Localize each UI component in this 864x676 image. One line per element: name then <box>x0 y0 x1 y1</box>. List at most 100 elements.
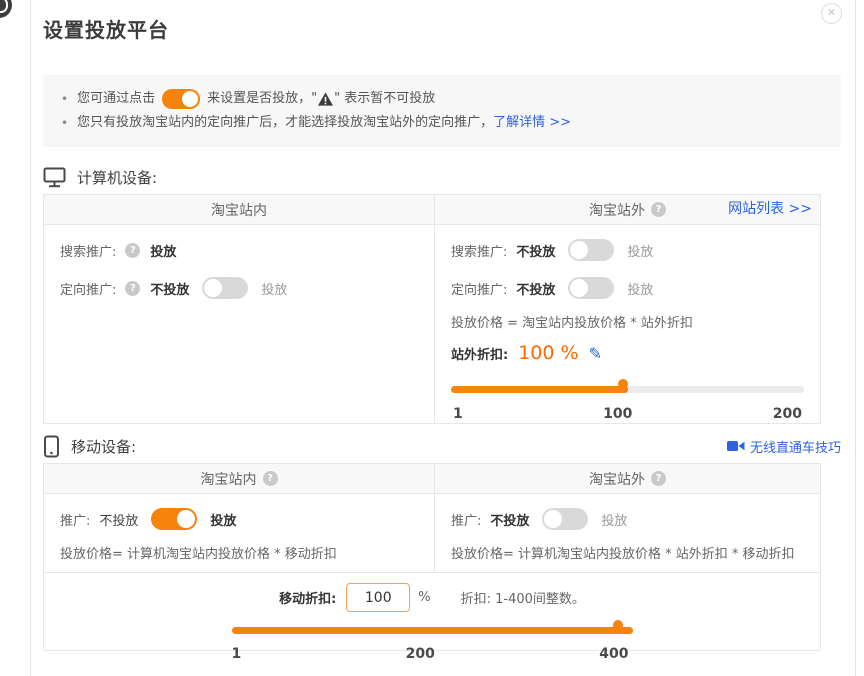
toggle-knob <box>204 279 222 297</box>
computer-offsite-target-toggle[interactable] <box>568 277 614 299</box>
slider-fill <box>232 627 633 634</box>
mobile-offsite-formula: 投放价格= 计算机淘宝站内投放价格 * 站外折扣 * 移动折扣 <box>451 546 804 564</box>
offsite-discount-row: 站外折扣: 100 % ✎ <box>451 339 804 367</box>
scale-min: 1 <box>453 406 463 422</box>
toggle-knob <box>182 91 198 107</box>
slider-handle[interactable] <box>613 620 623 630</box>
computer-onsite-target-toggle[interactable] <box>202 277 248 299</box>
learn-more-link[interactable]: 了解详情 >> <box>493 111 571 135</box>
close-icon[interactable]: ✕ <box>821 3 842 24</box>
header-label: 淘宝站内 <box>211 200 267 220</box>
mobile-discount-label: 移动折扣: <box>279 588 336 607</box>
computer-onsite-cell: 搜索推广: ? 投放 定向推广: ? 不投放 投放 <box>44 225 434 423</box>
on-label: 投放 <box>627 279 653 298</box>
help-icon[interactable]: ? <box>651 471 666 486</box>
computer-offsite-header: 淘宝站外 ? 网站列表 >> <box>434 195 820 224</box>
help-icon[interactable]: ? <box>125 243 140 258</box>
on-label: 投放 <box>627 241 653 260</box>
mobile-table-header: 淘宝站内 ? 淘宝站外 ? <box>44 464 820 494</box>
help-icon[interactable]: ? <box>651 202 666 217</box>
setup-platform-dialog: ✕ 设置投放平台 • 您可通过点击 来设置是否投放，" " 表示暂不可投放 • … <box>30 0 856 676</box>
warning-icon <box>318 92 333 106</box>
computer-section-title: 计算机设备: <box>77 167 157 188</box>
slider-handle[interactable] <box>618 379 628 389</box>
page-title: 设置投放平台 <box>43 16 841 44</box>
example-toggle[interactable] <box>162 89 200 109</box>
target-promo-row: 定向推广: 不投放 投放 <box>451 277 804 299</box>
notice-text: 您可通过点击 <box>77 87 155 111</box>
scale-min: 1 <box>232 646 242 662</box>
slider-fill <box>451 386 628 393</box>
wireless-tips-link[interactable]: 无线直通车技巧 <box>727 437 841 456</box>
discount-hint: 折扣: 1-400间整数。 <box>461 588 585 607</box>
row-label: 搜索推广: <box>60 241 116 260</box>
notice-text: 来设置是否投放，" <box>207 87 317 111</box>
slider-scale: 1 100 200 <box>451 406 804 422</box>
mobile-onsite-header: 淘宝站内 ? <box>44 464 434 493</box>
toggle-knob <box>570 241 588 259</box>
row-label: 定向推广: <box>60 279 116 298</box>
off-label: 不投放 <box>99 510 138 529</box>
floating-badge[interactable] <box>0 0 12 18</box>
scale-max: 200 <box>773 406 802 422</box>
computer-table-header: 淘宝站内 淘宝站外 ? 网站列表 >> <box>44 195 820 225</box>
off-label: 不投放 <box>150 279 189 298</box>
computer-offsite-cell: 搜索推广: 不投放 投放 定向推广: 不投放 投放 投放价格 = 淘宝站内投放价… <box>434 225 820 423</box>
off-label: 不投放 <box>516 241 555 260</box>
toggle-knob <box>177 510 195 528</box>
row-label: 推广: <box>451 510 481 529</box>
header-label: 淘宝站外 <box>589 200 645 220</box>
mobile-onsite-promo-toggle[interactable] <box>151 508 197 530</box>
help-icon[interactable]: ? <box>125 281 140 296</box>
monitor-icon <box>43 167 66 188</box>
mobile-offsite-promo-toggle[interactable] <box>542 508 588 530</box>
notice-text: " 表示暂不可投放 <box>334 87 435 111</box>
discount-value: 100 % <box>518 342 578 364</box>
bullet-icon: • <box>61 111 68 135</box>
row-label: 定向推广: <box>451 279 507 298</box>
slider-scale: 1 200 400 <box>232 646 633 662</box>
edit-pencil-icon[interactable]: ✎ <box>589 344 602 363</box>
off-label: 不投放 <box>490 510 529 529</box>
notice-box: • 您可通过点击 来设置是否投放，" " 表示暂不可投放 • 您只有投放淘宝站内… <box>43 75 841 147</box>
computer-table: 淘宝站内 淘宝站外 ? 网站列表 >> 搜索推广: ? 投放 定向推广: ? 不… <box>43 194 821 424</box>
computer-offsite-search-toggle[interactable] <box>568 239 614 261</box>
on-label: 投放 <box>601 510 627 529</box>
computer-section-header: 计算机设备: <box>43 165 841 189</box>
promo-row: 推广: 不投放 投放 <box>451 508 804 530</box>
scale-mid: 200 <box>406 646 435 662</box>
discount-label: 站外折扣: <box>451 344 508 363</box>
scale-max: 400 <box>599 646 628 662</box>
search-promo-row: 搜索推广: 不投放 投放 <box>451 239 804 261</box>
target-promo-row: 定向推广: ? 不投放 投放 <box>60 277 418 299</box>
website-list-link[interactable]: 网站列表 >> <box>728 195 812 224</box>
notice-text: 您只有投放淘宝站内的定向推广后，才能选择投放淘宝站外的定向推广， <box>77 111 493 135</box>
percent-sign: % <box>418 590 430 605</box>
mobile-onsite-cell: 推广: 不投放 投放 投放价格= 计算机淘宝站内投放价格 * 移动折扣 <box>44 494 434 572</box>
video-camera-icon <box>727 439 745 453</box>
mobile-offsite-cell: 推广: 不投放 投放 投放价格= 计算机淘宝站内投放价格 * 站外折扣 * 移动… <box>434 494 820 572</box>
scale-mid: 100 <box>603 406 632 422</box>
bullet-icon: • <box>61 87 68 111</box>
mobile-section-title: 移动设备: <box>71 436 136 457</box>
header-label: 淘宝站内 <box>201 469 257 489</box>
row-label: 推广: <box>60 510 90 529</box>
on-label: 投放 <box>261 279 287 298</box>
toggle-knob <box>570 279 588 297</box>
search-promo-value: 投放 <box>150 241 176 260</box>
mobile-discount-input[interactable] <box>346 583 410 612</box>
help-icon[interactable]: ? <box>263 471 278 486</box>
search-promo-row: 搜索推广: ? 投放 <box>60 239 418 261</box>
mobile-section-header: 移动设备: 无线直通车技巧 <box>43 434 841 458</box>
promo-row: 推广: 不投放 投放 <box>60 508 418 530</box>
link-label: 无线直通车技巧 <box>750 437 841 456</box>
mobile-offsite-header: 淘宝站外 ? <box>434 464 820 493</box>
header-label: 淘宝站外 <box>589 469 645 489</box>
mobile-table: 淘宝站内 ? 淘宝站外 ? 推广: 不投放 投放 投放价格= 计算机淘宝站内投放… <box>43 463 821 651</box>
offsite-price-formula: 投放价格 = 淘宝站内投放价格 * 站外折扣 <box>451 315 804 333</box>
computer-onsite-header: 淘宝站内 <box>44 195 434 224</box>
row-label: 搜索推广: <box>451 241 507 260</box>
offsite-discount-slider <box>451 379 804 399</box>
notice-line-2: • 您只有投放淘宝站内的定向推广后，才能选择投放淘宝站外的定向推广， 了解详情 … <box>61 111 823 135</box>
mobile-discount-row: 移动折扣: % 折扣: 1-400间整数。 1 200 400 <box>44 572 820 650</box>
